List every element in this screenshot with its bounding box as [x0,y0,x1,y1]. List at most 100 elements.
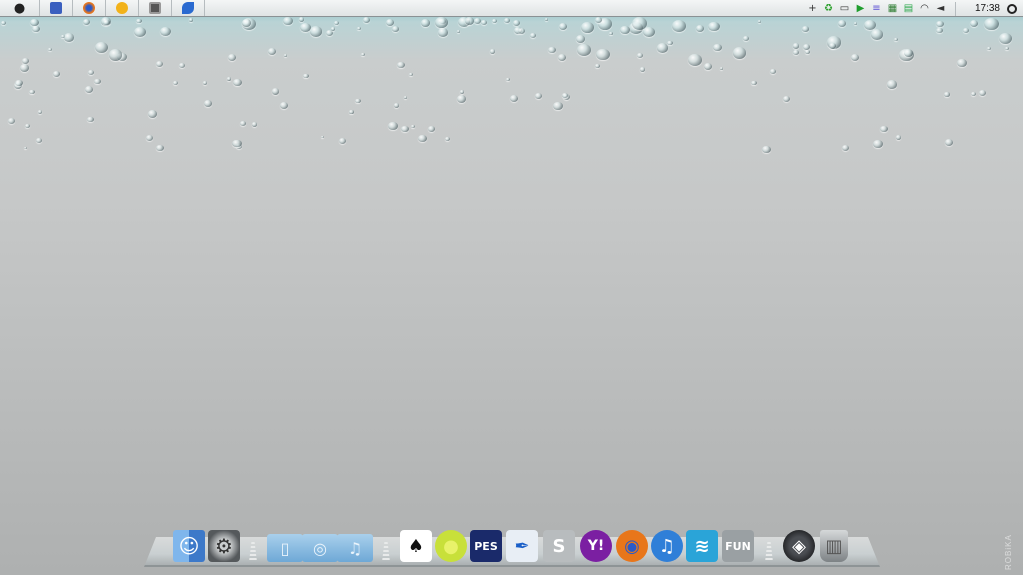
raindrop [155,60,163,67]
raindrop [242,18,252,27]
pictures-folder-icon[interactable]: ◎ [302,534,338,562]
fun-drive-icon[interactable]: FUN [722,530,754,562]
raindrop [300,22,312,33]
raindrop [320,135,324,139]
raindrop [553,101,563,110]
music-folder-icon[interactable]: ♫ [337,534,373,562]
raindrop [48,47,53,52]
wifi-icon[interactable]: ◠ [919,3,930,14]
network-icon[interactable]: ▦ [887,3,898,14]
raindrop [172,80,178,85]
raindrop [770,69,777,75]
firefox-icon[interactable]: ◉ [616,530,648,562]
raindrop [904,49,914,57]
trash-icon[interactable]: ▥ [820,530,848,562]
raindrop [268,47,277,55]
taskbar-item-firefox[interactable] [73,0,106,16]
raindrop [283,53,288,57]
raindrop [420,19,430,27]
raindrop [82,18,91,25]
raindrop [160,26,172,36]
documents-folder-icon[interactable]: ▯ [267,534,303,562]
raindrop [509,94,519,102]
raindrop [145,135,153,142]
search-icon[interactable] [1007,3,1017,14]
plus-icon[interactable]: + [807,3,818,14]
taskbar-item-monitor[interactable] [139,0,172,16]
steam-icon[interactable]: S [543,530,575,562]
raindrop [944,92,950,97]
raindrop [880,125,889,133]
raindrop [594,17,602,24]
raindrop [620,25,630,35]
raindrop [410,124,415,128]
raindrop [562,93,571,101]
raindrop [609,32,613,36]
apple-menu[interactable]: ● [0,0,40,16]
raindrop [637,53,644,59]
raindrop [63,32,75,42]
raindrop [37,110,43,114]
taskbar-item-messenger[interactable] [106,0,139,16]
yahoo-messenger-icon[interactable]: Y! [580,530,612,562]
raindrop [100,17,112,26]
raindrop [108,49,123,61]
raindrop [873,139,883,148]
raindrop [802,43,811,51]
clock[interactable]: 17:38 [975,3,1000,14]
raindrop [962,27,969,33]
raindrop [437,28,449,37]
notes-icon[interactable]: ≡ [871,3,882,14]
play-icon[interactable]: ▶ [855,3,866,14]
raindrop [298,17,305,22]
raindrop [204,100,213,107]
apple-icon: ● [13,0,26,16]
taskbar-item-feather[interactable] [172,0,205,16]
raindrop [232,139,242,148]
recycle-icon[interactable]: ♻ [823,3,834,14]
raindrop [743,36,750,42]
tennis-icon[interactable]: ● [435,530,467,562]
volume-icon[interactable]: ◄ [935,3,946,14]
raindrop [87,116,94,123]
raindrop [156,144,165,152]
raindrop [13,82,22,89]
chat-icon[interactable]: ▤ [903,3,914,14]
taskbar-item-document[interactable] [40,0,73,16]
raindrop [88,70,95,76]
system-tray: + ♻ ▭ ▶ ≡ ▦ ▤ ◠ ◄ 17:38 [807,0,1023,17]
raindrop [575,35,586,44]
raindrop [271,88,280,95]
dashboard-icon[interactable]: ◈ [783,530,815,562]
itunes-icon[interactable]: ♫ [651,530,683,562]
raindrop [460,90,464,94]
raindrop [117,53,127,62]
smiley-icon [116,2,128,14]
raindrop [802,26,809,32]
finder-icon[interactable]: ☺ [173,530,205,562]
raindrop [595,64,600,68]
raindrop [643,26,655,37]
raindrop [427,125,435,132]
system-preferences-icon[interactable]: ⚙ [208,530,240,562]
raindrop [826,36,842,49]
raindrop [435,17,448,28]
raindrop [338,138,346,145]
raindrop [456,95,467,104]
raindrop [397,62,405,69]
pes-game-icon[interactable]: PES [470,530,502,562]
solitaire-icon[interactable]: ♠ [400,530,432,562]
raindrop [899,48,914,62]
raindrop [492,18,498,23]
raindrop [671,19,686,32]
raindrop [280,102,289,109]
feather-app-icon[interactable]: ✒ [506,530,538,562]
battery-icon[interactable]: ▭ [839,3,850,14]
raindrop [227,77,232,81]
raindrop [757,20,761,24]
raindrop [631,17,647,30]
raindrop [103,19,111,26]
raindrop [29,18,39,27]
raindrop [360,52,365,56]
wind-app-icon[interactable]: ≋ [686,530,718,562]
